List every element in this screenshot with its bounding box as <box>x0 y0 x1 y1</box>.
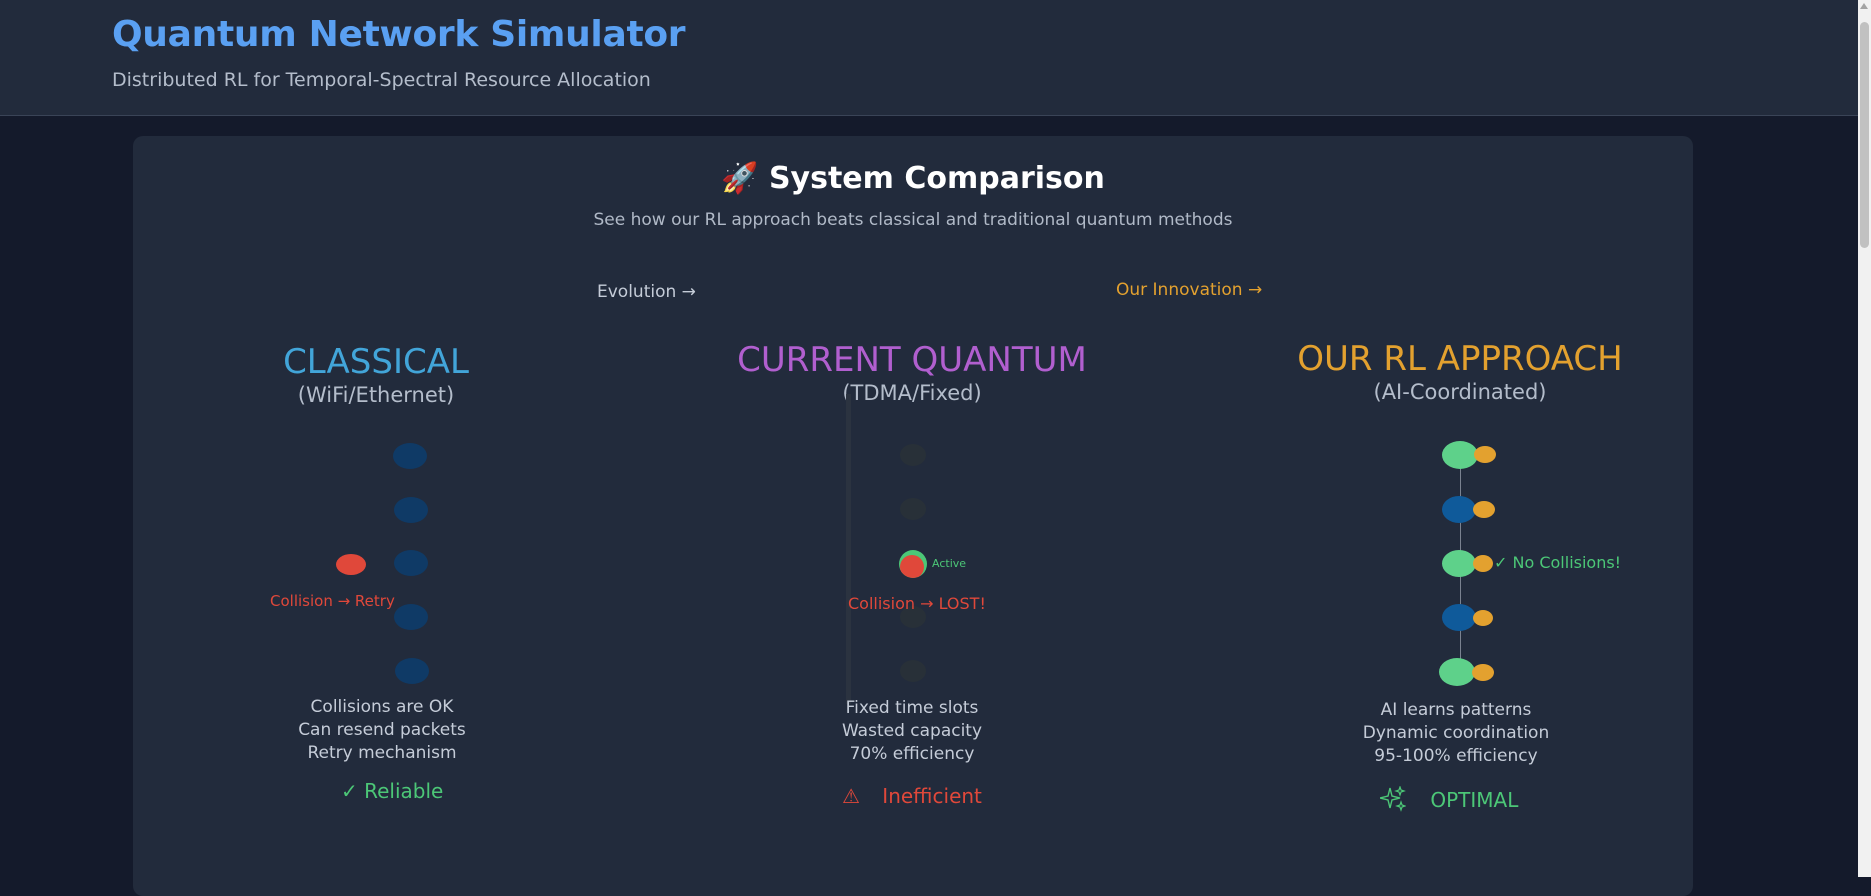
rl-coordinator <box>1473 610 1493 626</box>
section-title: 🚀 System Comparison <box>721 161 1105 196</box>
classical-node <box>394 550 428 576</box>
classical-node <box>393 443 427 469</box>
rl-coordinator <box>1472 664 1494 681</box>
warning-icon: ⚠ <box>842 784 860 808</box>
feature-item: Fixed time slots <box>845 698 979 718</box>
rl-node <box>1439 658 1475 686</box>
classical-title: CLASSICAL <box>283 342 469 382</box>
quantum-status: ⚠ Inefficient <box>842 784 982 808</box>
quantum-active-label: Active <box>932 557 967 570</box>
quantum-collision-label: Collision → LOST! <box>848 594 986 613</box>
scroll-up-arrow-icon[interactable] <box>1860 3 1868 9</box>
comparison-card: 🚀 System Comparison See how our RL appro… <box>133 136 1693 896</box>
classical-status-text: Reliable <box>364 779 444 803</box>
feature-item: Collisions are OK <box>310 697 454 717</box>
rl-coordinator <box>1473 555 1493 572</box>
sparkles-icon <box>1379 785 1407 812</box>
feature-item: Can resend packets <box>298 720 466 740</box>
rl-no-collision-label: ✓ No Collisions! <box>1494 553 1622 572</box>
rl-subtitle: (AI-Coordinated) <box>1373 380 1547 404</box>
feature-item: 95-100% efficiency <box>1374 746 1538 766</box>
classical-node <box>394 604 428 630</box>
rl-features: AI learns patterns Dynamic coordination … <box>1256 699 1656 768</box>
app-header: Quantum Network Simulator Distributed RL… <box>0 0 1858 116</box>
evolution-label: Evolution → <box>597 282 696 302</box>
rl-node <box>1442 441 1478 469</box>
checkmark-icon: ✓ <box>341 779 358 803</box>
quantum-subtitle: (TDMA/Fixed) <box>842 381 982 405</box>
classical-subtitle: (WiFi/Ethernet) <box>297 383 455 407</box>
classical-node <box>394 497 428 523</box>
quantum-status-text: Inefficient <box>882 784 982 808</box>
innovation-label: Our Innovation → <box>1116 280 1263 300</box>
feature-item: Retry mechanism <box>307 743 457 763</box>
vertical-scrollbar[interactable] <box>1858 0 1871 877</box>
rl-node <box>1442 496 1476 523</box>
classical-status: ✓ Reliable <box>341 779 443 803</box>
rl-node <box>1442 550 1476 577</box>
rl-title: OUR RL APPROACH <box>1297 339 1623 379</box>
feature-item: Dynamic coordination <box>1362 723 1550 743</box>
scroll-thumb[interactable] <box>1860 22 1869 248</box>
time-slot-divider <box>846 394 851 704</box>
rl-status: OPTIMAL <box>1379 785 1519 812</box>
quantum-idle-node <box>900 498 926 520</box>
quantum-features: Fixed time slots Wasted capacity 70% eff… <box>712 697 1112 766</box>
classical-node <box>395 658 429 684</box>
classical-features: Collisions are OK Can resend packets Ret… <box>182 696 582 765</box>
quantum-idle-node <box>900 444 926 466</box>
feature-item: 70% efficiency <box>849 744 975 764</box>
app-title: Quantum Network Simulator <box>112 14 686 55</box>
rl-coordinator <box>1474 446 1496 463</box>
quantum-title: CURRENT QUANTUM <box>737 340 1087 380</box>
classical-collision-packet <box>336 554 366 575</box>
section-subtitle: See how our RL approach beats classical … <box>593 210 1233 230</box>
feature-item: AI learns patterns <box>1380 700 1532 720</box>
quantum-idle-node <box>900 660 926 682</box>
classical-collision-label: Collision → Retry <box>270 592 395 610</box>
quantum-active-node <box>899 550 927 578</box>
app-subtitle: Distributed RL for Temporal-Spectral Res… <box>112 69 651 91</box>
feature-item: Wasted capacity <box>841 721 983 741</box>
rl-coordinator <box>1473 501 1495 518</box>
rl-node <box>1442 604 1476 631</box>
rl-status-text: OPTIMAL <box>1430 788 1519 812</box>
